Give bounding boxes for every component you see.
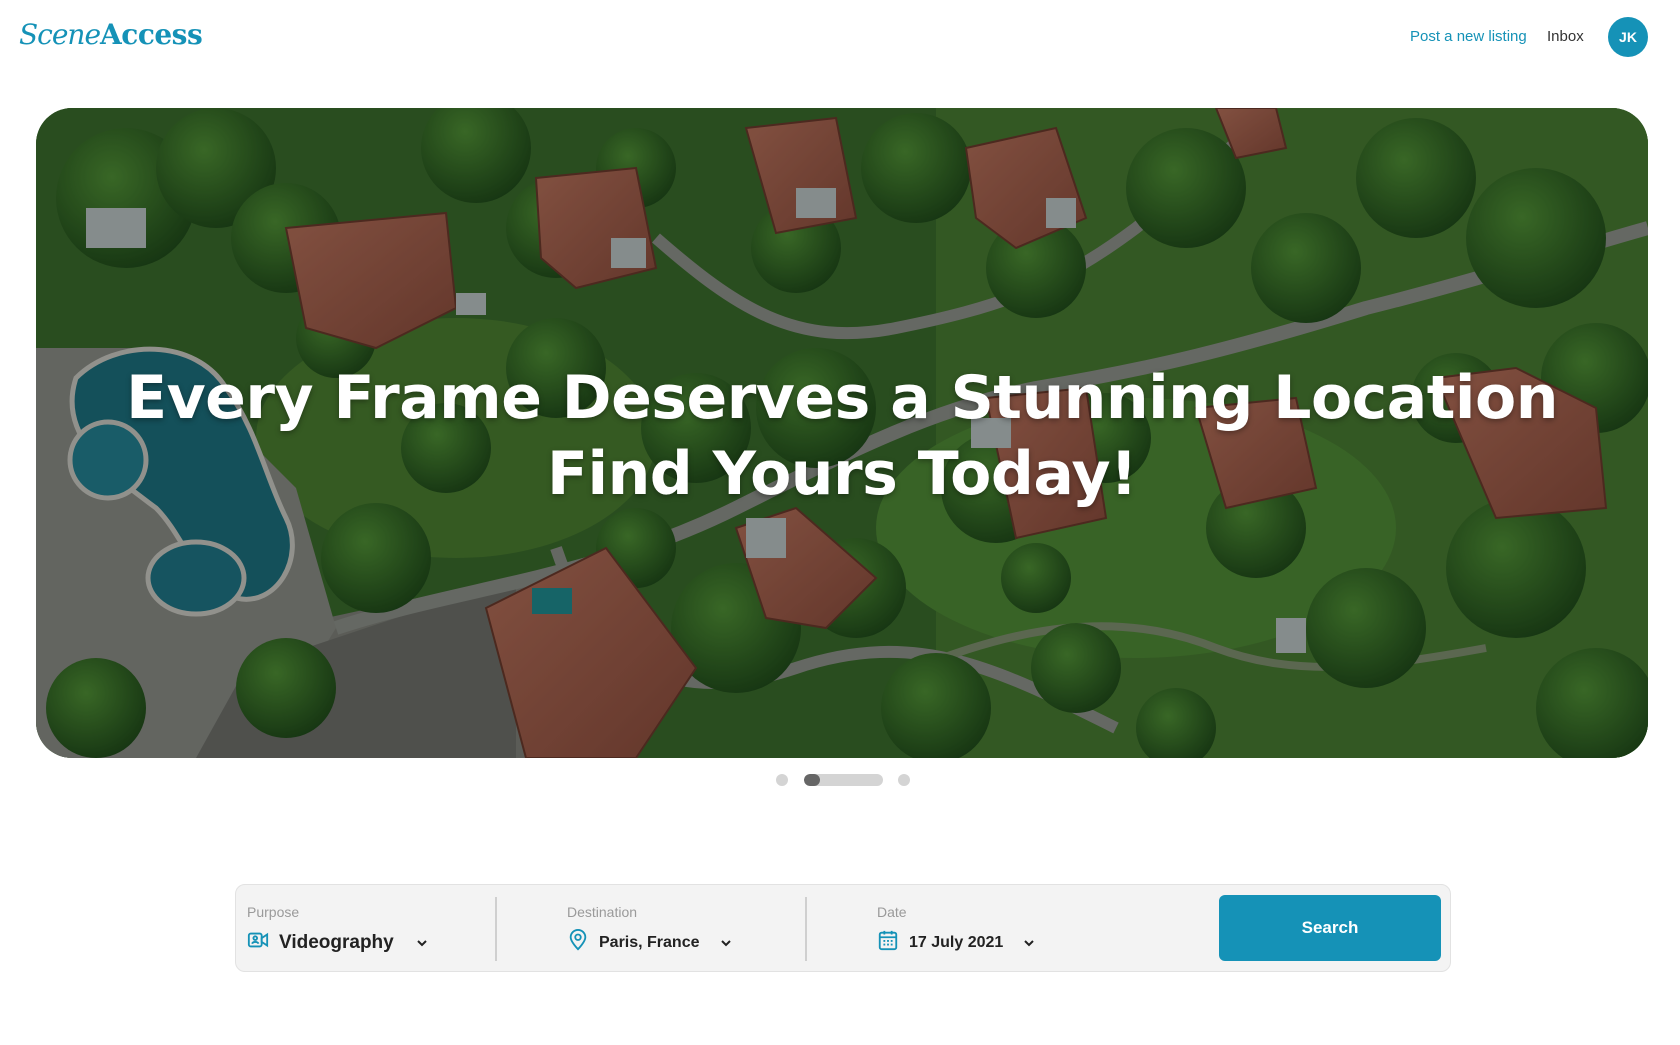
purpose-select[interactable]: Purpose Videography (247, 885, 487, 971)
hero-headline-line2: Find Yours Today! (547, 439, 1137, 509)
search-bar: Purpose Videography Destination Paris, F… (235, 884, 1451, 972)
destination-label: Destination (567, 904, 638, 920)
date-select[interactable]: Date 17 July 2021 (877, 885, 1077, 971)
carousel-dot-1[interactable] (776, 774, 788, 786)
date-value: 17 July 2021 (909, 933, 1004, 951)
purpose-label: Purpose (247, 904, 300, 920)
inbox-link[interactable]: Inbox (1547, 28, 1584, 45)
hero-headline: Every Frame Deserves a Stunning Location… (36, 360, 1648, 512)
carousel-dot-3[interactable] (898, 774, 910, 786)
post-listing-link[interactable]: Post a new listing (1410, 28, 1527, 45)
field-divider (805, 897, 807, 961)
carousel-active-progress (804, 774, 820, 786)
hero-banner: Every Frame Deserves a Stunning Location… (36, 108, 1648, 758)
search-button[interactable]: Search (1219, 895, 1441, 961)
hero-headline-line1: Every Frame Deserves a Stunning Location (126, 363, 1558, 433)
carousel-indicators (0, 773, 1680, 787)
chevron-down-icon[interactable] (1021, 935, 1037, 951)
field-divider (495, 897, 497, 961)
carousel-dot-2-active[interactable] (804, 774, 883, 786)
calendar-icon (877, 929, 899, 956)
video-camera-icon (247, 929, 269, 956)
logo-access-text: Access (100, 18, 203, 51)
map-pin-icon (567, 929, 589, 956)
date-label: Date (877, 904, 907, 920)
destination-value: Paris, France (599, 933, 700, 951)
top-nav: SceneAccess Post a new listing Inbox JK (0, 0, 1680, 74)
destination-select[interactable]: Destination Paris, France (567, 885, 767, 971)
chevron-down-icon[interactable] (718, 935, 734, 951)
logo-scene-text: Scene (19, 18, 101, 51)
purpose-value: Videography (279, 931, 394, 953)
chevron-down-icon[interactable] (414, 935, 430, 951)
user-avatar[interactable]: JK (1608, 17, 1648, 57)
site-logo[interactable]: SceneAccess (19, 18, 203, 51)
